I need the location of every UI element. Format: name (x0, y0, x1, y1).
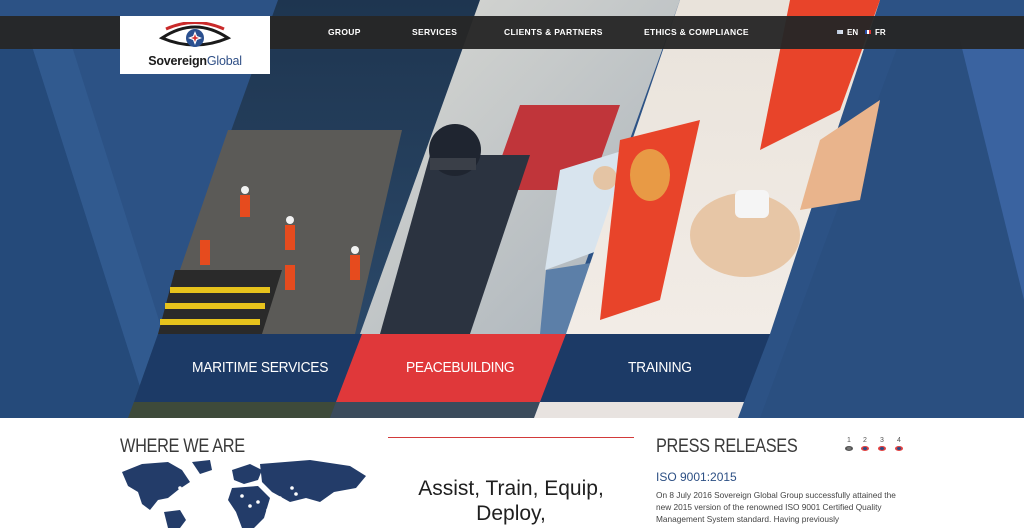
press-page-4[interactable]: 4 (893, 437, 905, 451)
press-releases-title: PRESS RELEASES (656, 436, 798, 457)
press-page-1[interactable]: 1 (843, 437, 855, 451)
language-fr[interactable]: FR (865, 16, 886, 49)
service-link-maritime[interactable]: MARITIME SERVICES (192, 354, 328, 382)
mission-tagline: Assist, Train, Equip, Deploy, (418, 477, 604, 525)
eye-logo-icon (158, 22, 232, 47)
gb-flag-icon (837, 29, 843, 34)
nav-clients-partners[interactable]: CLIENTS & PARTNERS (504, 16, 603, 49)
nav-ethics-compliance[interactable]: ETHICS & COMPLIANCE (644, 16, 749, 49)
fr-flag-icon (865, 29, 871, 34)
eye-bullet-icon (895, 446, 903, 451)
press-page-2[interactable]: 2 (859, 437, 871, 451)
nav-services[interactable]: SERVICES (412, 16, 457, 49)
eye-bullet-icon (878, 446, 886, 451)
divider-line (388, 437, 634, 438)
service-link-peacebuilding[interactable]: PEACEBUILDING (406, 354, 515, 382)
language-en[interactable]: EN (837, 16, 858, 49)
world-map-icon[interactable] (120, 458, 370, 528)
press-headline-link[interactable]: ISO 9001:2015 (656, 470, 737, 484)
eye-bullet-icon (861, 446, 869, 451)
press-excerpt: On 8 July 2016 Sovereign Global Group su… (656, 490, 896, 524)
nav-group[interactable]: GROUP (328, 16, 361, 49)
press-page-3[interactable]: 3 (876, 437, 888, 451)
where-we-are-title: WHERE WE ARE (120, 436, 245, 457)
site-logo[interactable]: SovereignGlobal (120, 16, 270, 74)
service-link-training[interactable]: TRAINING (628, 354, 692, 382)
logo-wordmark: SovereignGlobal (148, 54, 242, 68)
eye-bullet-icon (845, 446, 853, 451)
